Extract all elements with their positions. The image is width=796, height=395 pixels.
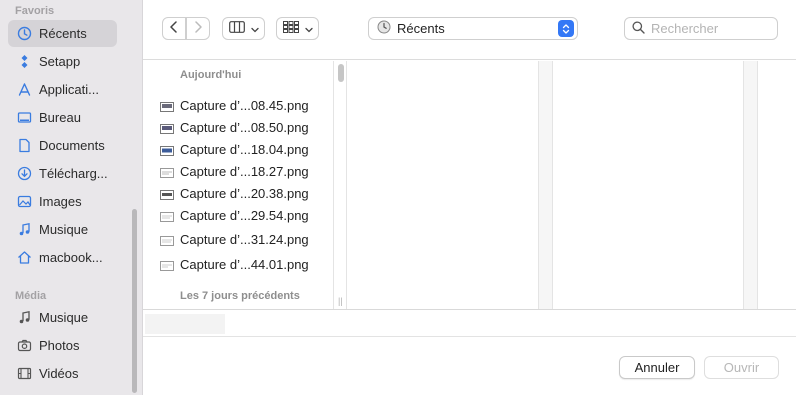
sidebar-section-favorites: Favoris bbox=[15, 5, 55, 17]
sidebar-item-label: Récents bbox=[39, 26, 87, 41]
image-file-icon bbox=[160, 188, 174, 200]
file-name: Capture d’...20.38.png bbox=[180, 185, 309, 201]
home-icon bbox=[16, 250, 32, 266]
sidebar-item-images[interactable]: Images bbox=[8, 188, 117, 215]
setapp-icon bbox=[16, 54, 32, 70]
group-button[interactable] bbox=[276, 17, 319, 40]
file-name: Capture d’...31.24.png bbox=[180, 231, 309, 247]
file-name: Capture d’...08.50.png bbox=[180, 119, 309, 135]
empty-column bbox=[347, 61, 538, 309]
view-columns-button[interactable] bbox=[222, 17, 265, 40]
sidebar-item-documents[interactable]: Documents bbox=[8, 132, 117, 159]
image-file-icon bbox=[160, 100, 174, 112]
camera-icon bbox=[16, 338, 32, 354]
list-item[interactable]: Capture d’...31.24.png bbox=[160, 229, 309, 249]
film-icon bbox=[16, 366, 32, 382]
forward-button[interactable] bbox=[186, 17, 210, 40]
up-down-chevron-icon bbox=[558, 20, 574, 37]
grid-icon bbox=[282, 21, 299, 36]
location-popup[interactable]: Récents bbox=[368, 17, 578, 40]
image-file-icon bbox=[160, 259, 174, 271]
sidebar-item-label: Musique bbox=[39, 310, 89, 325]
file-name: Capture d’...44.01.png bbox=[180, 256, 309, 272]
list-item[interactable]: Capture d’...18.27.png bbox=[160, 161, 309, 181]
sidebar-item-music[interactable]: Musique bbox=[8, 216, 117, 243]
list-item[interactable]: Capture d’...08.45.png bbox=[160, 95, 309, 115]
sidebar-item-home[interactable]: macbook... bbox=[8, 244, 117, 271]
list-item[interactable]: Capture d’...44.01.png bbox=[160, 254, 309, 274]
sidebar: Favoris Récents Setapp Applicati... Bure… bbox=[0, 0, 143, 395]
chevron-down-icon bbox=[304, 21, 313, 36]
sidebar-item-label: Musique bbox=[39, 222, 89, 237]
sidebar-item-media-music[interactable]: Musique bbox=[8, 304, 117, 331]
file-name: Capture d’...18.27.png bbox=[180, 163, 309, 179]
download-icon bbox=[16, 166, 32, 182]
sidebar-item-applications[interactable]: Applicati... bbox=[8, 76, 117, 103]
image-file-icon bbox=[160, 210, 174, 222]
column-divider bbox=[333, 61, 334, 309]
sidebar-item-label: Setapp bbox=[39, 54, 81, 69]
photo-icon bbox=[16, 194, 32, 210]
sidebar-item-label: Vidéos bbox=[39, 366, 79, 381]
document-icon bbox=[16, 138, 32, 154]
list-item[interactable]: Capture d’...08.50.png bbox=[160, 117, 309, 137]
search-field[interactable] bbox=[624, 17, 778, 40]
clock-icon bbox=[377, 20, 391, 37]
applications-icon bbox=[16, 82, 32, 98]
music-note-icon bbox=[16, 222, 32, 238]
column-gap bbox=[539, 61, 552, 309]
column-gap bbox=[744, 61, 757, 309]
sidebar-section-media: Média bbox=[15, 290, 47, 302]
sidebar-item-desktop[interactable]: Bureau bbox=[8, 104, 117, 131]
sidebar-item-label: Applicati... bbox=[39, 82, 99, 97]
clock-icon bbox=[16, 26, 32, 42]
sidebar-scrollbar[interactable] bbox=[132, 209, 137, 393]
search-input[interactable] bbox=[651, 21, 771, 36]
chevron-left-icon bbox=[169, 21, 179, 36]
sidebar-item-label: Photos bbox=[39, 338, 80, 353]
desktop-icon bbox=[16, 110, 32, 126]
image-file-icon bbox=[160, 166, 174, 178]
sidebar-item-label: Télécharg... bbox=[39, 166, 108, 181]
image-file-icon bbox=[160, 122, 174, 134]
chevron-right-icon bbox=[193, 21, 203, 36]
sidebar-item-label: Bureau bbox=[39, 110, 81, 125]
list-item[interactable]: Capture d’...29.54.png bbox=[160, 205, 309, 225]
empty-column bbox=[553, 61, 743, 309]
list-item[interactable]: Capture d’...20.38.png bbox=[160, 183, 309, 203]
toolbar: Récents bbox=[143, 0, 796, 60]
list-item[interactable]: Capture d’...18.04.png bbox=[160, 139, 309, 159]
back-button[interactable] bbox=[162, 17, 186, 40]
sidebar-item-label: Documents bbox=[39, 138, 105, 153]
column-resize-handle[interactable]: || bbox=[338, 296, 343, 306]
group-header-today: Aujourd'hui bbox=[180, 69, 242, 81]
file-name: Capture d’...18.04.png bbox=[180, 141, 309, 157]
sidebar-item-downloads[interactable]: Télécharg... bbox=[8, 160, 117, 187]
file-name: Capture d’...29.54.png bbox=[180, 207, 309, 223]
sidebar-item-label: macbook... bbox=[39, 250, 103, 265]
horizontal-scroll-thumb[interactable] bbox=[145, 314, 225, 334]
sidebar-item-recents[interactable]: Récents bbox=[8, 20, 117, 47]
open-button[interactable]: Ouvrir bbox=[704, 356, 779, 379]
file-column: Aujourd'hui Capture d’...08.45.png Captu… bbox=[143, 61, 333, 309]
sidebar-item-photos[interactable]: Photos bbox=[8, 332, 117, 359]
group-header-week: Les 7 jours précédents bbox=[180, 290, 300, 302]
image-file-icon bbox=[160, 144, 174, 156]
image-file-icon bbox=[160, 234, 174, 246]
chevron-down-icon bbox=[250, 21, 259, 36]
search-icon bbox=[632, 20, 645, 37]
column-scrollbar[interactable] bbox=[338, 64, 344, 82]
file-name: Capture d’...08.45.png bbox=[180, 97, 309, 113]
sidebar-item-setapp[interactable]: Setapp bbox=[8, 48, 117, 75]
columns-view-icon bbox=[228, 21, 245, 36]
sidebar-item-label: Images bbox=[39, 194, 82, 209]
cancel-button[interactable]: Annuler bbox=[619, 356, 695, 379]
column-divider bbox=[757, 61, 758, 309]
horizontal-scrollbar[interactable] bbox=[143, 309, 796, 337]
music-note-icon bbox=[16, 310, 32, 326]
sidebar-item-videos[interactable]: Vidéos bbox=[8, 360, 117, 387]
location-label: Récents bbox=[397, 21, 445, 36]
